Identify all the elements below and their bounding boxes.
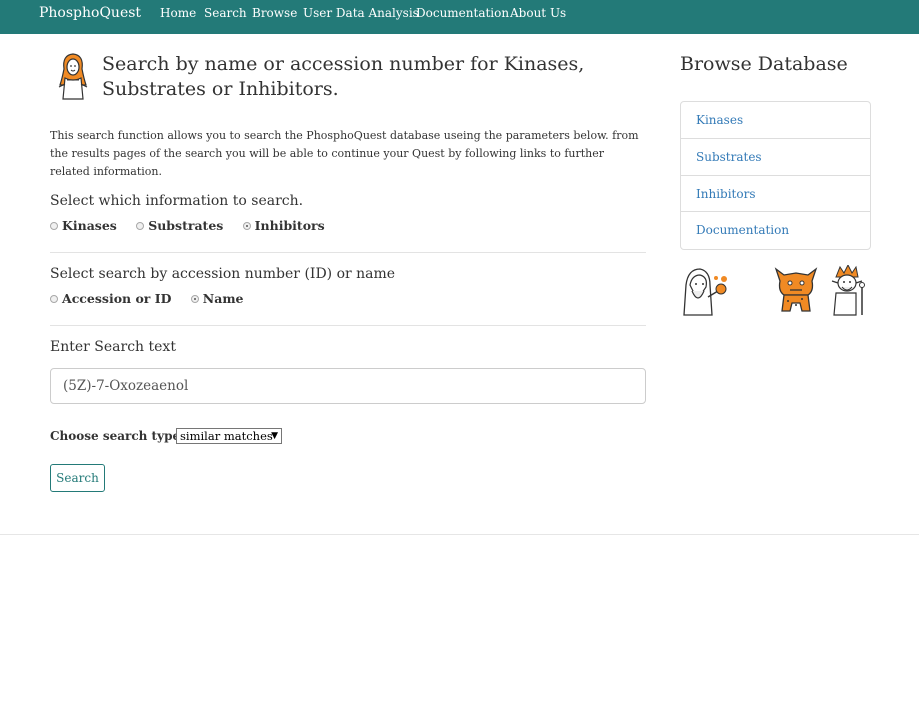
elder-character-icon <box>831 265 865 316</box>
search-type-label: Choose search type: <box>50 429 185 443</box>
info-radio-group: Kinases Substrates Inhibitors <box>50 217 340 233</box>
radio-name[interactable]: Name <box>190 291 244 306</box>
search-text-label: Enter Search text <box>50 339 176 355</box>
section-divider <box>50 325 646 326</box>
radio-substrates[interactable]: Substrates <box>136 218 223 233</box>
nav-link-home[interactable]: Home <box>160 6 196 20</box>
nav-link-search[interactable]: Search <box>204 6 247 20</box>
radio-button-selected[interactable] <box>242 221 251 230</box>
search-text-input[interactable]: (5Z)-7-Oxozeaenol <box>50 368 646 404</box>
search-type-select[interactable]: similar matches ▼ <box>176 428 282 444</box>
browse-list: Kinases Substrates Inhibitors Documentat… <box>680 101 871 250</box>
intro-paragraph: This search function allows you to searc… <box>50 129 639 178</box>
hero-character-icon <box>58 53 88 100</box>
browse-item-inhibitors[interactable]: Inhibitors <box>681 176 870 213</box>
info-section-label: Select which information to search. <box>50 193 304 209</box>
browse-database-title: Browse Database <box>680 53 848 75</box>
browse-item-documentation[interactable]: Documentation <box>681 212 870 249</box>
wizard-character-icon <box>683 268 727 316</box>
radio-label: Accession or ID <box>62 291 172 306</box>
nav-link-documentation[interactable]: Documentation <box>416 6 509 20</box>
top-navbar: PhosphoQuest Home Search Browse User Dat… <box>0 0 919 34</box>
browse-item-substrates[interactable]: Substrates <box>681 139 870 176</box>
radio-label: Kinases <box>62 218 117 233</box>
radio-label: Substrates <box>148 218 224 233</box>
dropdown-arrow-icon: ▼ <box>271 431 278 441</box>
section-divider <box>50 252 646 253</box>
monster-character-icon <box>774 267 818 312</box>
radio-label: Name <box>202 291 244 306</box>
nav-link-about-us[interactable]: About Us <box>510 6 566 20</box>
browse-item-kinases[interactable]: Kinases <box>681 102 870 139</box>
search-by-label: Select search by accession number (ID) o… <box>50 266 396 282</box>
page-title: Search by name or accession number for K… <box>102 53 585 100</box>
nav-link-user-data-analysis[interactable]: User Data Analysis <box>303 6 419 20</box>
radio-button[interactable] <box>50 294 58 303</box>
radio-button-selected[interactable] <box>190 294 199 303</box>
search-button[interactable]: Search <box>50 464 105 492</box>
radio-label: Inhibitors <box>254 218 325 233</box>
radio-kinases[interactable]: Kinases <box>50 218 117 233</box>
brand-logo-text[interactable]: PhosphoQuest <box>39 5 141 21</box>
radio-button[interactable] <box>50 221 58 230</box>
footer-divider <box>0 534 919 535</box>
radio-button[interactable] <box>136 221 145 230</box>
radio-accession[interactable]: Accession or ID <box>50 291 171 306</box>
nav-link-browse[interactable]: Browse <box>252 6 297 20</box>
search-type-selected-value: similar matches <box>180 429 273 443</box>
search-by-radio-group: Accession or ID Name <box>50 290 259 306</box>
radio-inhibitors[interactable]: Inhibitors <box>242 218 325 233</box>
